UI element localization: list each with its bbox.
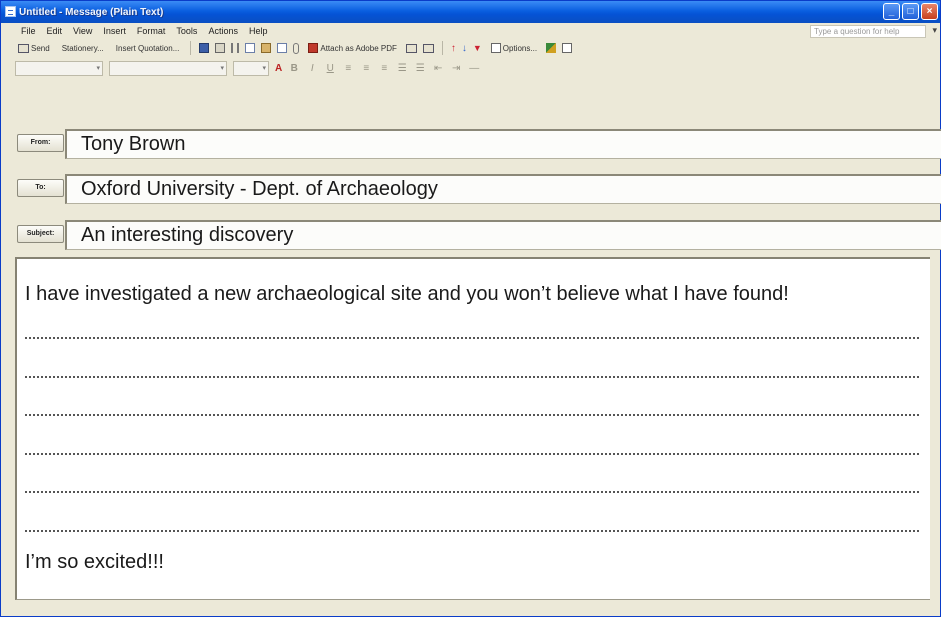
chevron-down-icon: ▾: [96, 65, 100, 72]
check-names-icon[interactable]: [422, 43, 434, 53]
font-color-icon[interactable]: A: [275, 63, 282, 74]
blank-line: [25, 452, 919, 455]
toolbar-separator: [441, 41, 443, 55]
scrollbar[interactable]: [930, 257, 940, 600]
help-dropdown-icon[interactable]: ▾: [932, 25, 937, 36]
bold-icon[interactable]: B: [288, 63, 300, 74]
chevron-down-icon: ▾: [220, 65, 224, 72]
underline-icon[interactable]: U: [324, 63, 336, 74]
chevron-down-icon: ▾: [262, 65, 266, 72]
menu-format[interactable]: Format: [137, 26, 166, 36]
horizontal-line-icon[interactable]: —: [468, 63, 480, 74]
more-icon[interactable]: [562, 43, 573, 53]
send-icon: [18, 43, 29, 53]
menu-edit[interactable]: Edit: [47, 26, 63, 36]
options-button[interactable]: Options...: [488, 41, 540, 56]
stationery-button[interactable]: Stationery...: [59, 41, 107, 56]
message-window: Untitled - Message (Plain Text) _ □ × Fi…: [0, 0, 941, 617]
menu-insert[interactable]: Insert: [103, 26, 126, 36]
menu-tools[interactable]: Tools: [176, 26, 197, 36]
blank-line: [25, 375, 919, 378]
options-label: Options...: [502, 43, 538, 53]
standard-toolbar: Send Stationery... Insert Quotation... A…: [15, 39, 573, 57]
from-button[interactable]: From:: [17, 134, 64, 152]
align-left-icon[interactable]: ≡: [342, 63, 354, 74]
blank-line: [25, 529, 919, 532]
align-center-icon[interactable]: ≡: [360, 63, 372, 74]
signature-icon[interactable]: [546, 43, 557, 53]
paperclip-icon[interactable]: [293, 42, 300, 54]
options-icon: [490, 43, 501, 53]
numbered-list-icon[interactable]: ☰: [396, 63, 408, 74]
align-right-icon[interactable]: ≡: [378, 63, 390, 74]
menu-help[interactable]: Help: [249, 26, 268, 36]
menu-actions[interactable]: Actions: [208, 26, 238, 36]
formatting-toolbar: ▾ ▾ ▾ A B I U ≡ ≡ ≡ ☰ ☰ ⇤ ⇥ —: [15, 59, 480, 77]
italic-icon[interactable]: I: [306, 63, 318, 74]
message-body[interactable]: I have investigated a new archaeological…: [15, 257, 931, 600]
copy-icon[interactable]: [245, 43, 256, 53]
insert-quotation-button[interactable]: Insert Quotation...: [113, 41, 183, 56]
importance-low-icon[interactable]: ↓: [462, 43, 467, 54]
toolbar-separator: [190, 41, 192, 55]
subject-label: Subject:: [17, 225, 64, 243]
menu-bar: File Edit View Insert Format Tools Actio…: [1, 23, 940, 39]
maximize-button[interactable]: □: [902, 3, 919, 20]
follow-up-flag-icon[interactable]: ▼: [473, 43, 482, 53]
print-icon[interactable]: [215, 43, 226, 53]
paste-icon[interactable]: [261, 43, 272, 53]
blank-line: [25, 337, 919, 339]
minimize-button[interactable]: _: [883, 3, 900, 20]
adobe-pdf-icon: [308, 43, 319, 53]
font-size-dropdown[interactable]: ▾: [233, 60, 269, 76]
save-icon[interactable]: [199, 43, 210, 53]
body-last-line: I’m so excited!!!: [25, 551, 164, 573]
attach-file-icon[interactable]: [277, 43, 288, 53]
bullet-list-icon[interactable]: ☰: [414, 63, 426, 74]
blank-line: [25, 414, 919, 416]
to-button[interactable]: To:: [17, 179, 64, 197]
body-first-line: I have investigated a new archaeological…: [25, 283, 789, 305]
blank-line: [25, 491, 919, 493]
to-field[interactable]: Oxford University - Dept. of Archaeology: [65, 174, 941, 204]
send-button[interactable]: Send: [15, 41, 53, 56]
window-controls: _ □ ×: [883, 3, 938, 20]
font-dropdown[interactable]: ▾: [109, 60, 227, 76]
message-icon: [5, 6, 16, 17]
menu-view[interactable]: View: [73, 26, 92, 36]
from-field[interactable]: Tony Brown: [65, 129, 941, 159]
menu-file[interactable]: File: [21, 26, 36, 36]
title-bar[interactable]: Untitled - Message (Plain Text) _ □ ×: [1, 1, 940, 23]
cut-icon[interactable]: [231, 43, 240, 53]
subject-field[interactable]: An interesting discovery: [65, 220, 941, 250]
help-search-input[interactable]: Type a question for help: [810, 25, 926, 38]
address-book-icon[interactable]: [405, 43, 417, 53]
attach-pdf-label: Attach as Adobe PDF: [320, 43, 397, 53]
send-label: Send: [31, 43, 50, 53]
importance-high-icon[interactable]: ↑: [451, 43, 456, 54]
decrease-indent-icon[interactable]: ⇤: [432, 63, 444, 74]
style-dropdown[interactable]: ▾: [15, 60, 103, 76]
close-button[interactable]: ×: [921, 3, 938, 20]
attach-pdf-button[interactable]: Attach as Adobe PDF: [305, 41, 400, 56]
increase-indent-icon[interactable]: ⇥: [450, 63, 462, 74]
window-title: Untitled - Message (Plain Text): [19, 6, 164, 18]
